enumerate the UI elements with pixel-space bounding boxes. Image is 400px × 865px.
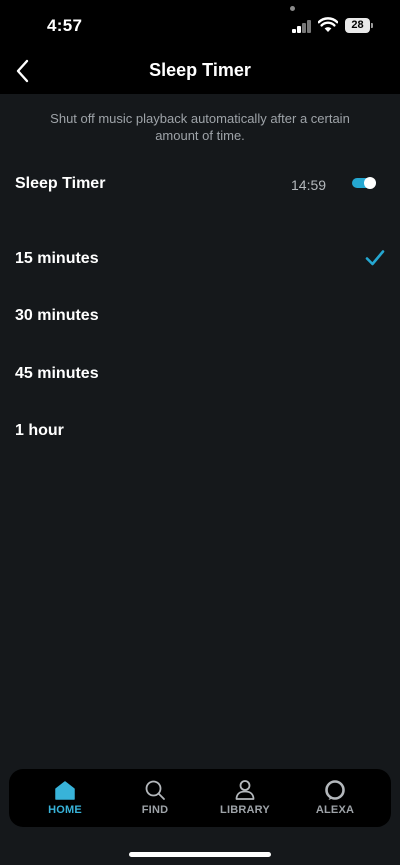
option-45-minutes[interactable]: 45 minutes (0, 354, 400, 394)
toggle-knob (364, 177, 376, 189)
page-header: Sleep Timer (0, 52, 400, 94)
checkmark-icon (365, 250, 385, 266)
bottom-nav: HOME FIND LIBRARY ALEXA (9, 769, 391, 827)
nav-find[interactable]: FIND (110, 769, 200, 827)
nav-alexa[interactable]: ALEXA (290, 769, 380, 827)
nav-library-label: LIBRARY (220, 804, 270, 816)
home-indicator (129, 852, 271, 857)
battery-nub (371, 23, 373, 28)
status-bar: 4:57 28 (0, 0, 400, 52)
wifi-icon (318, 17, 338, 32)
signal-icon (292, 20, 312, 33)
nav-alexa-label: ALEXA (315, 804, 355, 816)
home-icon (55, 781, 75, 800)
sleep-timer-label: Sleep Timer (15, 175, 106, 192)
option-1-hour[interactable]: 1 hour (0, 411, 400, 451)
option-30-minutes[interactable]: 30 minutes (0, 296, 400, 336)
page-title: Sleep Timer (149, 60, 251, 80)
dynamic-island-dot (290, 6, 295, 11)
option-label: 45 minutes (15, 365, 99, 382)
nav-find-label: FIND (141, 804, 169, 816)
battery-icon: 28 (345, 18, 370, 33)
sleep-timer-toggle[interactable] (352, 176, 376, 190)
library-icon (235, 780, 255, 800)
option-label: 1 hour (15, 422, 64, 439)
sleep-timer-row: Sleep Timer 14:59 (0, 164, 400, 204)
nav-home-label: HOME (48, 804, 82, 816)
option-label: 30 minutes (15, 307, 99, 324)
description-text: Shut off music playback automatically af… (50, 111, 350, 143)
option-15-minutes[interactable]: 15 minutes (0, 239, 400, 279)
search-icon (145, 780, 165, 800)
status-time: 4:57 (47, 16, 83, 35)
alexa-icon (325, 780, 345, 800)
sleep-timer-screen: 4:57 28 Sleep Timer Shut off music playb… (0, 0, 400, 865)
timer-remaining: 14:59 (291, 177, 327, 193)
nav-home[interactable]: HOME (20, 769, 110, 827)
option-label: 15 minutes (15, 250, 99, 267)
nav-library[interactable]: LIBRARY (200, 769, 290, 827)
